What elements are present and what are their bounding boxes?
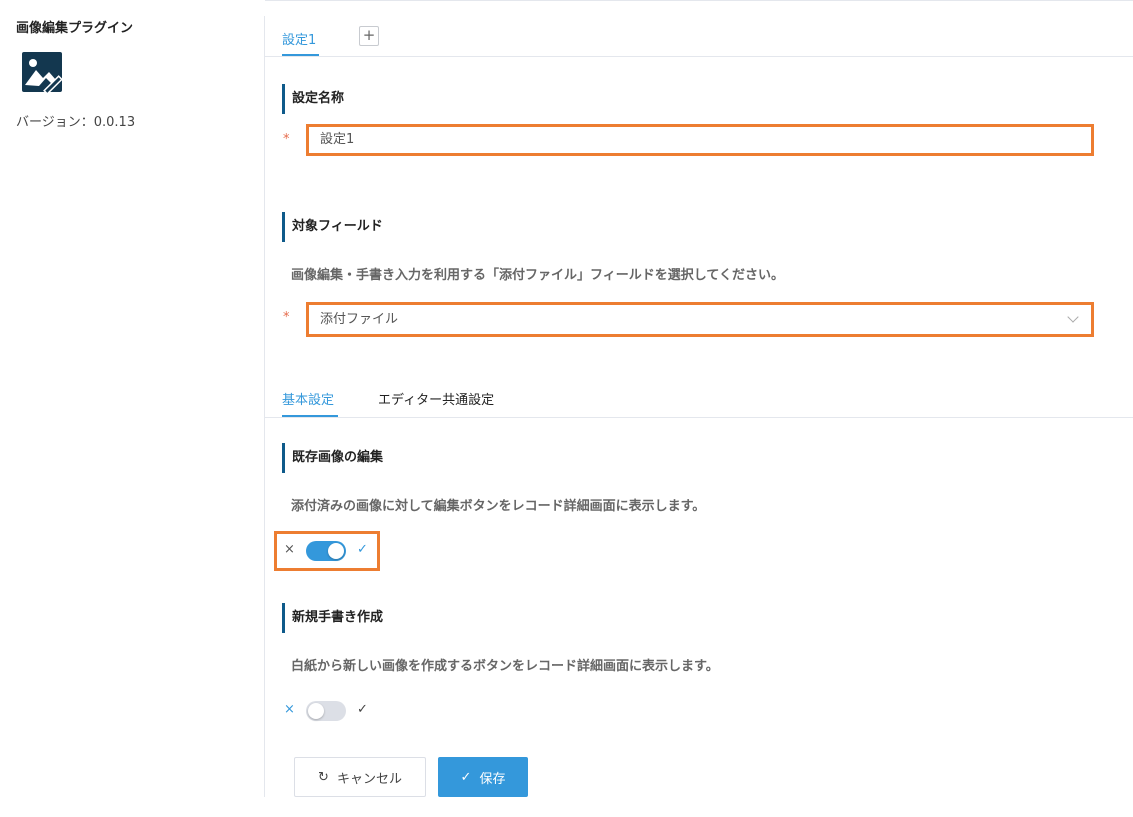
save-button-label: 保存 bbox=[479, 771, 506, 787]
edit-existing-description: 添付済みの画像に対して編集ボタンをレコード詳細画面に表示します。 bbox=[291, 499, 706, 514]
save-button[interactable]: ✓ 保存 bbox=[438, 757, 528, 797]
sidebar-divider bbox=[264, 16, 265, 797]
new-handwriting-description: 白紙から新しい画像を作成するボタンをレコード詳細画面に表示します。 bbox=[291, 659, 719, 674]
subtabs-divider bbox=[265, 417, 1133, 418]
required-mark: * bbox=[283, 310, 290, 325]
settings-name-value: 設定1 bbox=[320, 132, 355, 147]
toggle-on-icon: ✓ bbox=[357, 542, 368, 557]
new-handwriting-toggle[interactable] bbox=[306, 701, 346, 721]
cancel-button-label: キャンセル bbox=[336, 771, 402, 787]
new-handwriting-heading: 新規手書き作成 bbox=[282, 603, 383, 633]
toggle-knob bbox=[328, 543, 344, 559]
toggle-off-icon: × bbox=[284, 542, 295, 557]
edit-existing-heading: 既存画像の編集 bbox=[282, 443, 383, 473]
cancel-button[interactable]: ↻ キャンセル bbox=[294, 757, 426, 797]
settings-name-heading: 設定名称 bbox=[282, 84, 344, 114]
toggle-knob bbox=[308, 703, 324, 719]
top-divider bbox=[265, 0, 1133, 1]
reset-icon: ↻ bbox=[318, 769, 329, 785]
tab-settings-1[interactable]: 設定1 bbox=[282, 29, 316, 48]
tab-editor-common-settings[interactable]: エディター共通設定 bbox=[378, 389, 494, 408]
chevron-down-icon bbox=[1067, 311, 1079, 323]
toggle-on-icon: ✓ bbox=[357, 702, 368, 717]
edit-existing-toggle[interactable] bbox=[306, 541, 346, 561]
target-field-select[interactable]: 添付ファイル bbox=[306, 302, 1094, 337]
settings-name-input[interactable]: 設定1 bbox=[306, 124, 1094, 156]
target-field-heading: 対象フィールド bbox=[282, 212, 383, 242]
target-field-selected-value: 添付ファイル bbox=[320, 312, 399, 327]
required-mark: * bbox=[283, 132, 290, 147]
plugin-version: バージョン：0.0.13 bbox=[16, 115, 136, 130]
add-tab-button[interactable]: + bbox=[359, 26, 379, 46]
tabs-divider bbox=[265, 56, 1133, 57]
check-icon: ✓ bbox=[460, 769, 472, 785]
target-field-description: 画像編集・手書き入力を利用する「添付ファイル」フィールドを選択してください。 bbox=[291, 268, 784, 283]
tab-basic-settings[interactable]: 基本設定 bbox=[282, 389, 334, 408]
toggle-off-icon: × bbox=[284, 702, 295, 717]
plugin-title: 画像編集プラグイン bbox=[16, 21, 134, 36]
image-edit-icon bbox=[22, 52, 66, 96]
